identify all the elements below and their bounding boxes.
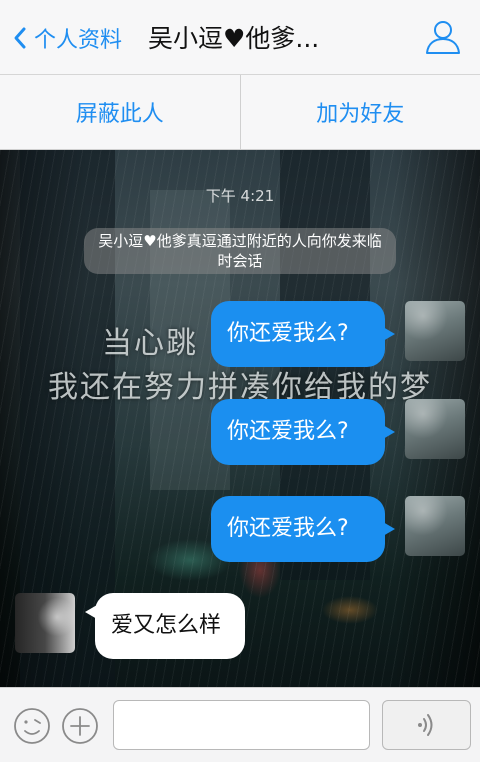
incoming-message-bubble[interactable]: 爱又怎么样 <box>85 593 245 659</box>
message-input[interactable] <box>113 700 370 750</box>
message-input-bar <box>0 687 480 762</box>
chat-message-area[interactable]: 当心跳 我还在努力拼凑你给我的梦 下午 4:21 吴小逗♥他爹真逗通过附近的人向… <box>0 150 480 687</box>
contact-avatar[interactable] <box>15 593 75 653</box>
chat-title: 吴小逗♥他爹... <box>148 24 320 53</box>
back-label: 个人资料 <box>34 28 123 53</box>
person-outline-icon[interactable] <box>424 18 462 56</box>
outgoing-message-bubble[interactable]: 你还爱我么? <box>211 496 395 562</box>
back-button[interactable]: 个人资料 <box>12 22 122 54</box>
message-timestamp: 下午 4:21 <box>205 187 275 205</box>
add-friend-button[interactable]: 加为好友 <box>241 75 480 149</box>
plus-circle-icon[interactable] <box>61 707 99 745</box>
stranger-action-bar: 屏蔽此人 加为好友 <box>0 75 480 150</box>
outgoing-message-bubble[interactable]: 你还爱我么? <box>211 399 395 465</box>
navigation-bar: 个人资料 吴小逗♥他爹... <box>0 0 480 75</box>
my-avatar[interactable] <box>405 496 465 556</box>
outgoing-message-bubble[interactable]: 你还爱我么? <box>211 301 395 367</box>
voice-input-button[interactable] <box>382 700 471 750</box>
smiley-icon[interactable] <box>13 707 51 745</box>
chevron-left-icon <box>14 27 26 49</box>
my-avatar[interactable] <box>405 301 465 361</box>
system-notice: 吴小逗♥他爹真逗通过附近的人向你发来临时会话 <box>84 228 396 274</box>
voice-wave-icon <box>417 714 432 736</box>
my-avatar[interactable] <box>405 399 465 459</box>
block-user-button[interactable]: 屏蔽此人 <box>0 75 241 149</box>
